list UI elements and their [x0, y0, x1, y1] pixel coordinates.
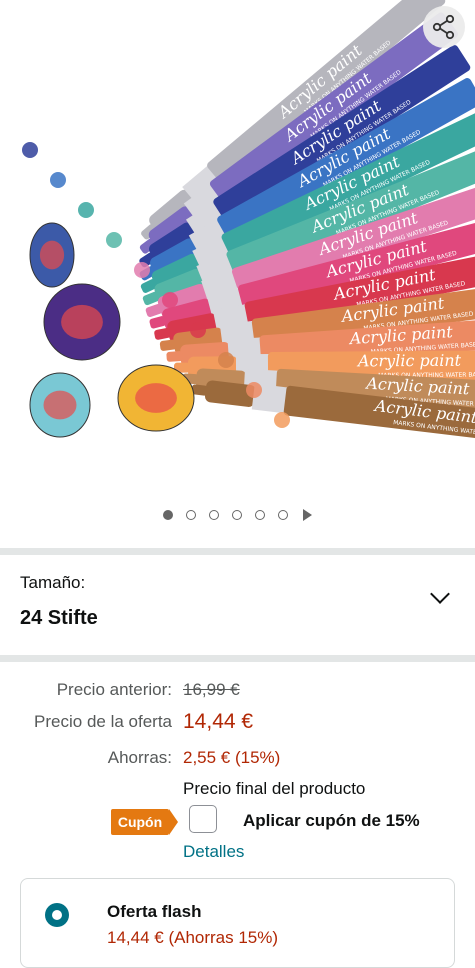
flash-offer-price: 14,44 € (Ahorras 15%) — [107, 928, 279, 947]
heart-swatch — [162, 292, 178, 308]
carousel-dot[interactable] — [209, 510, 219, 520]
coupon-details-link[interactable]: Detalles — [183, 842, 244, 862]
video-play-icon[interactable] — [303, 509, 312, 521]
final-price-note: Precio final del producto — [183, 779, 366, 798]
size-selector[interactable]: Tamaño: 24 Stifte — [0, 555, 475, 655]
heart-swatch — [274, 412, 290, 428]
previous-price-value: 16,99 € — [183, 680, 240, 699]
flash-offer-option[interactable]: Oferta flash 14,44 € (Ahorras 15%) — [20, 878, 455, 968]
heart-swatch — [218, 352, 234, 368]
share-button[interactable] — [423, 6, 465, 48]
radio-selected-icon[interactable] — [45, 903, 69, 927]
coupon-checkbox[interactable] — [189, 805, 217, 833]
share-icon — [432, 14, 455, 40]
savings-label: Ahorras: — [107, 748, 172, 767]
section-divider — [0, 548, 475, 555]
savings-row: Ahorras: 2,55 € (15%) — [0, 748, 475, 776]
section-divider — [0, 655, 475, 662]
product-image-gallery[interactable]: Acrylic paint MARKS ON ANYTHING WATER BAS… — [0, 0, 475, 462]
carousel-dot[interactable] — [278, 510, 288, 520]
carousel-dot[interactable] — [255, 510, 265, 520]
size-value: 24 Stifte — [20, 607, 98, 629]
savings-value: 2,55 € (15%) — [183, 748, 281, 767]
heart-swatch — [78, 202, 94, 218]
previous-price-row: Precio anterior: 16,99 € — [0, 680, 475, 708]
heart-swatch — [22, 142, 38, 158]
heart-swatch — [50, 172, 66, 188]
previous-price-label: Precio anterior: — [56, 680, 172, 699]
coupon-apply-label[interactable]: Aplicar cupón de 15% — [243, 811, 420, 831]
heart-swatch — [134, 262, 150, 278]
deal-price-value: 14,44 € — [183, 710, 254, 733]
heart-swatch — [106, 232, 122, 248]
deal-price-row: Precio de la oferta 14,44 € — [0, 710, 475, 738]
carousel-dot[interactable] — [186, 510, 196, 520]
deal-price-label: Precio de la oferta — [34, 712, 172, 731]
coupon-badge: Cupón — [111, 809, 178, 835]
carousel-indicator — [0, 505, 475, 525]
flash-offer-title: Oferta flash — [107, 902, 202, 921]
product-image[interactable]: Acrylic paintMARKS ON ANYTHING WATER BAS… — [0, 0, 475, 462]
carousel-dot[interactable] — [232, 510, 242, 520]
heart-swatch — [246, 382, 262, 398]
size-label: Tamaño: — [20, 573, 86, 592]
marker-print-text: Acrylic paint — [356, 351, 462, 371]
chevron-down-icon[interactable] — [430, 584, 450, 604]
heart-swatch — [190, 322, 206, 338]
carousel-dot[interactable] — [163, 510, 173, 520]
